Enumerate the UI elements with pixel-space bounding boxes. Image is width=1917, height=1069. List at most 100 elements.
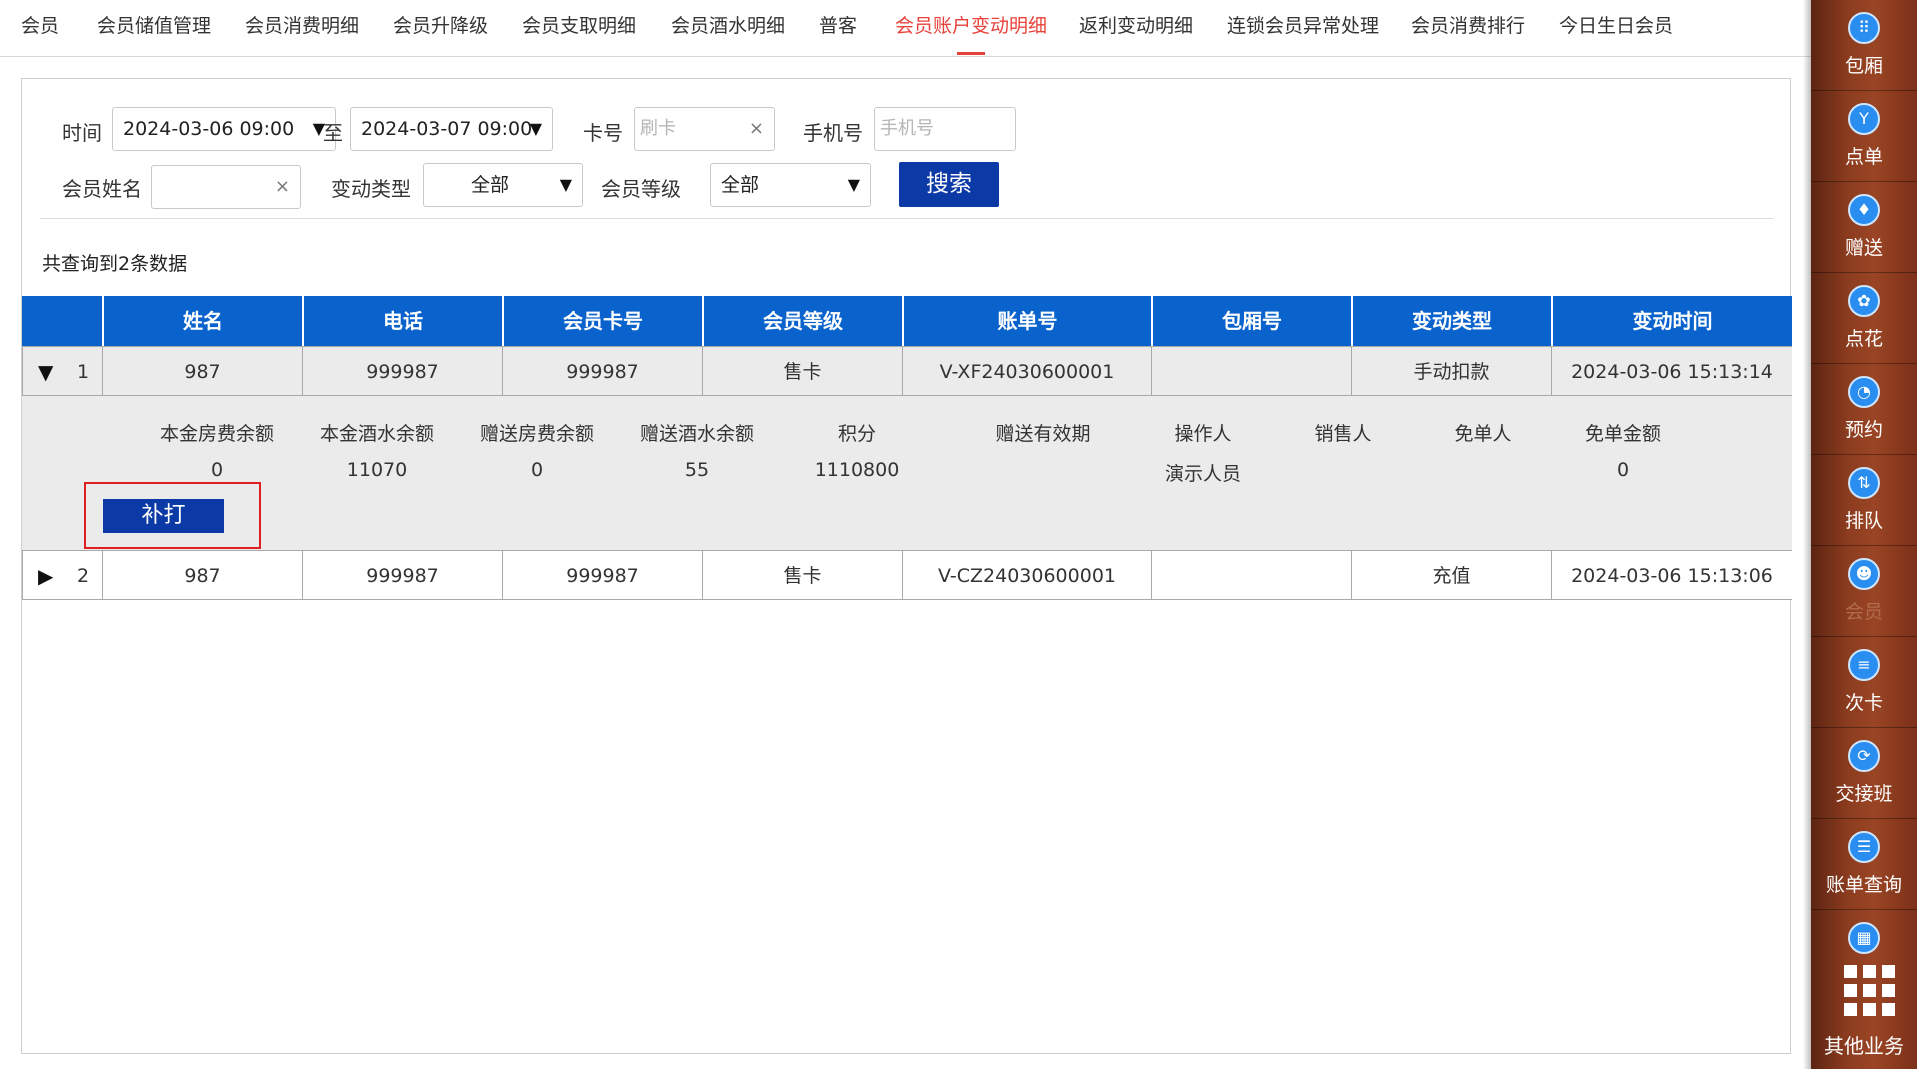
rail-item-bill-query[interactable]: ☰ 账单查询 xyxy=(1811,819,1917,910)
filter-divider xyxy=(40,218,1773,219)
cell-name: 987 xyxy=(102,550,302,600)
detail-header: 销售人 xyxy=(1314,423,1372,445)
cell-member-level: 售卡 xyxy=(702,550,902,600)
cell-bill-number: V-XF24030600001 xyxy=(902,346,1151,396)
reserve-icon: ◔ xyxy=(1848,376,1880,408)
cell-change-type: 充值 xyxy=(1351,550,1551,600)
card-placeholder: 刷卡 xyxy=(640,118,676,139)
reprint-button[interactable]: 补打 xyxy=(103,499,224,533)
tab-withdraw-detail[interactable]: 会员支取明细 xyxy=(522,0,636,52)
clear-icon[interactable]: × xyxy=(749,108,764,150)
rail-item-shift-handover[interactable]: ⟳ 交接班 xyxy=(1811,728,1917,819)
table-row[interactable]: ▶ 2 987 999987 999987 售卡 V-CZ24030600001… xyxy=(22,550,1792,600)
detail-header: 积分 xyxy=(837,423,876,445)
row-index: 2 xyxy=(77,565,90,587)
grid-dots-icon: ⠿ xyxy=(1848,12,1880,44)
tab-chain-exception[interactable]: 连锁会员异常处理 xyxy=(1227,0,1379,52)
header-room-number: 包厢号 xyxy=(1151,296,1351,346)
rail-item-punch-card[interactable]: ≡ 次卡 xyxy=(1811,637,1917,728)
header-name: 姓名 xyxy=(102,296,302,346)
main-panel: 时间 2024-03-06 09:00 ▼ 至 2024-03-07 09:00… xyxy=(21,78,1792,1054)
change-type-value: 全部 xyxy=(470,174,509,196)
table-row[interactable]: ▼ 1 987 999987 999987 售卡 V-XF24030600001… xyxy=(22,346,1792,396)
tab-birthday-today[interactable]: 今日生日会员 xyxy=(1559,0,1673,52)
change-type-label: 变动类型 xyxy=(331,177,411,201)
change-type-select[interactable]: 全部 ▼ xyxy=(423,163,583,207)
tab-rebate-change[interactable]: 返利变动明细 xyxy=(1079,0,1193,52)
other-business-button[interactable]: 其他业务 xyxy=(1811,1030,1917,1059)
row-detail-panel: 本金房费余额 本金酒水余额 赠送房费余额 赠送酒水余额 积分 赠送有效期 操作人… xyxy=(22,396,1792,550)
tab-consumption-detail[interactable]: 会员消费明细 xyxy=(245,0,359,52)
cell-name: 987 xyxy=(102,346,302,396)
expand-arrow-icon[interactable]: ▶ xyxy=(38,551,53,599)
rail-item-queue[interactable]: ⇅ 排队 xyxy=(1811,455,1917,546)
phone-input[interactable]: 手机号 xyxy=(874,107,1016,151)
detail-value: 1110800 xyxy=(814,459,900,481)
rail-item-member[interactable]: ☻ 会员 xyxy=(1811,546,1917,637)
tab-account-change-detail[interactable]: 会员账户变动明细 xyxy=(895,0,1047,55)
clear-icon[interactable]: × xyxy=(275,166,290,208)
right-nav-rail: ⠿ 包厢 Y 点单 ♦ 赠送 ✿ 点花 ◔ 预约 ⇅ 排队 ☻ 会员 ≡ 次卡 … xyxy=(1803,0,1917,1069)
end-time-select[interactable]: 2024-03-07 09:00 ▼ xyxy=(350,107,553,151)
tab-regular-guest[interactable]: 普客 xyxy=(819,0,857,52)
header-expand-col xyxy=(22,296,102,346)
rail-item-flowers[interactable]: ✿ 点花 xyxy=(1811,273,1917,364)
apps-grid-icon[interactable] xyxy=(1844,965,1895,1016)
phone-placeholder: 手机号 xyxy=(880,118,934,139)
rail-label: 点花 xyxy=(1844,328,1883,350)
detail-header: 赠送有效期 xyxy=(995,423,1091,445)
member-name-input[interactable]: × xyxy=(151,165,301,209)
rail-label: 点单 xyxy=(1844,146,1883,168)
row-index: 1 xyxy=(77,361,90,383)
rail-item-order[interactable]: Y 点单 xyxy=(1811,91,1917,182)
cocktail-icon: Y xyxy=(1848,103,1880,135)
rail-item-rooms[interactable]: ⠿ 包厢 xyxy=(1811,0,1917,91)
detail-header: 赠送房费余额 xyxy=(479,423,594,445)
cell-bill-number: V-CZ24030600001 xyxy=(902,550,1151,600)
rail-item-gift[interactable]: ♦ 赠送 xyxy=(1811,182,1917,273)
detail-header: 免单人 xyxy=(1454,423,1512,445)
tab-consumption-rank[interactable]: 会员消费排行 xyxy=(1411,0,1525,52)
detail-value: 演示人员 xyxy=(1164,463,1241,485)
rail-item-report[interactable]: ▦ xyxy=(1811,910,1917,954)
table-header: 姓名 电话 会员卡号 会员等级 账单号 包厢号 变动类型 变动时间 xyxy=(22,296,1792,346)
header-card-number: 会员卡号 xyxy=(502,296,702,346)
search-button[interactable]: 搜索 xyxy=(899,162,999,207)
rail-item-reserve[interactable]: ◔ 预约 xyxy=(1811,364,1917,455)
chevron-down-icon: ▼ xyxy=(559,175,572,194)
cell-change-time: 2024-03-06 15:13:14 xyxy=(1551,346,1792,396)
end-time-value: 2024-03-07 09:00 xyxy=(361,118,533,140)
shift-handover-icon: ⟳ xyxy=(1848,740,1880,772)
rail-label: 交接班 xyxy=(1835,783,1893,805)
cell-phone: 999987 xyxy=(302,346,502,396)
tab-member[interactable]: 会员 xyxy=(21,0,59,52)
gift-icon: ♦ xyxy=(1848,194,1880,226)
rail-label: 次卡 xyxy=(1844,692,1883,714)
detail-value: 55 xyxy=(684,459,710,481)
punch-card-icon: ≡ xyxy=(1848,649,1880,681)
member-level-value: 全部 xyxy=(721,174,760,196)
row-expand-cell[interactable]: ▶ 2 xyxy=(22,550,102,600)
rail-label: 会员 xyxy=(1844,601,1883,623)
header-phone: 电话 xyxy=(302,296,502,346)
cell-change-type: 手动扣款 xyxy=(1351,346,1551,396)
collapse-arrow-icon[interactable]: ▼ xyxy=(38,347,53,395)
tab-level-change[interactable]: 会员升降级 xyxy=(393,0,488,52)
detail-value: 0 xyxy=(1616,459,1630,481)
start-time-value: 2024-03-06 09:00 xyxy=(123,118,295,140)
card-number-input[interactable]: 刷卡 × xyxy=(634,107,775,151)
tab-stored-value[interactable]: 会员储值管理 xyxy=(97,0,211,52)
detail-value: 0 xyxy=(210,459,224,481)
range-to-label: 至 xyxy=(323,121,343,145)
tab-drinks-detail[interactable]: 会员酒水明细 xyxy=(671,0,785,52)
cell-room-number xyxy=(1151,346,1351,396)
member-level-select[interactable]: 全部 ▼ xyxy=(710,163,871,207)
member-name-label: 会员姓名 xyxy=(62,177,142,201)
detail-value: 11070 xyxy=(346,459,408,481)
row-expand-cell[interactable]: ▼ 1 xyxy=(22,346,102,396)
rail-label: 排队 xyxy=(1844,510,1883,532)
member-icon: ☻ xyxy=(1848,558,1880,590)
header-change-type: 变动类型 xyxy=(1351,296,1551,346)
start-time-select[interactable]: 2024-03-06 09:00 ▼ xyxy=(112,107,336,151)
header-bill-number: 账单号 xyxy=(902,296,1151,346)
